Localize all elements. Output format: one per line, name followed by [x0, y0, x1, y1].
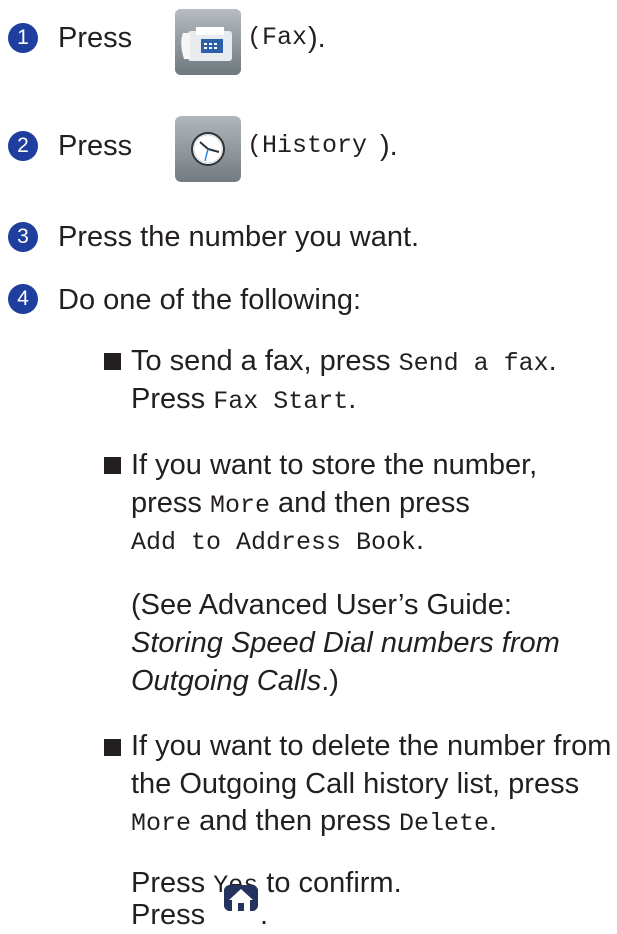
step-1-paren-open: (Fax — [247, 23, 308, 52]
bullet-delete-number — [104, 739, 121, 756]
step-2-paren-open: (History — [247, 131, 368, 160]
history-button-name: History — [262, 131, 368, 160]
send-fax-line-2: Press Fax Start. — [131, 383, 357, 416]
fax-button-name: Fax — [262, 23, 308, 52]
store-line-1: If you want to store the number, — [131, 449, 538, 481]
home-icon — [224, 885, 258, 911]
step-1-press-label: Press — [58, 22, 133, 54]
step-number-2: 2 — [8, 131, 38, 161]
step-2-paren-close: ). — [380, 130, 398, 162]
home-button[interactable] — [224, 885, 258, 911]
fax-button[interactable] — [175, 9, 241, 75]
send-fax-line-1: To send a fax, press Send a fax. — [131, 345, 557, 378]
bullet-send-fax — [104, 353, 121, 370]
store-reference-title-1: Storing Speed Dial numbers from — [131, 627, 560, 659]
delete-line-1: If you want to delete the number from — [131, 730, 612, 762]
delete-button-name: Delete — [399, 809, 490, 838]
history-button[interactable] — [175, 116, 241, 182]
history-clock-icon — [175, 116, 241, 182]
home-press-label: Press — [131, 899, 206, 931]
store-reference-title-2: Outgoing Calls.) — [131, 665, 339, 697]
step-3-text: Press the number you want. — [58, 221, 420, 253]
more-button-name: More — [209, 491, 270, 520]
store-reference-line-1: (See Advanced User’s Guide: — [131, 589, 512, 621]
delete-line-3: More and then press Delete. — [131, 805, 498, 838]
fax-start-button-name: Fax Start — [213, 387, 349, 416]
fax-icon — [175, 9, 241, 75]
step-2-press-label: Press — [58, 130, 133, 162]
step-number-3: 3 — [8, 222, 38, 252]
home-end: . — [260, 899, 269, 931]
step-number-4: 4 — [8, 284, 38, 314]
step-4-text: Do one of the following: — [58, 284, 362, 316]
step-number-1: 1 — [8, 23, 38, 53]
step-1-paren-close: ). — [308, 22, 326, 54]
store-line-3: Add to Address Book. — [131, 524, 425, 557]
send-a-fax-button-name: Send a fax — [398, 349, 549, 378]
add-to-address-book-button-name: Add to Address Book — [131, 528, 417, 557]
bullet-store-number — [104, 457, 121, 474]
more-button-name-2: More — [131, 809, 192, 838]
store-line-2: press More and then press — [131, 487, 470, 520]
delete-line-2: the Outgoing Call history list, press — [131, 768, 580, 800]
